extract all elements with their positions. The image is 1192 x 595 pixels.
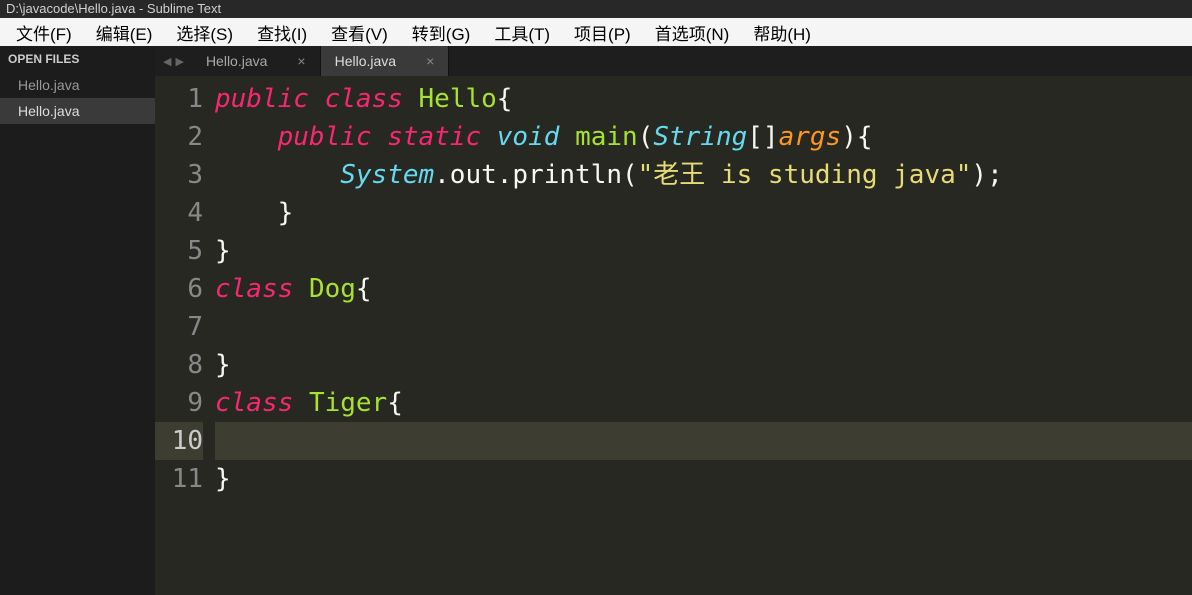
code-line[interactable]: public class Hello{: [215, 80, 1192, 118]
menu-item[interactable]: 转到(G): [400, 18, 483, 47]
menu-item[interactable]: 查看(V): [319, 18, 400, 47]
code-line[interactable]: class Tiger{: [215, 384, 1192, 422]
code-line[interactable]: }: [215, 460, 1192, 498]
tab-bar: ◀ ▶ Hello.java × Hello.java ×: [155, 46, 1192, 76]
code-line[interactable]: public static void main(String[]args){: [215, 118, 1192, 156]
close-icon[interactable]: ×: [426, 53, 434, 69]
line-number: 2: [155, 118, 203, 156]
code-line[interactable]: class Dog{: [215, 270, 1192, 308]
editor-tab[interactable]: Hello.java ×: [192, 46, 321, 76]
menu-item[interactable]: 查找(I): [245, 18, 319, 47]
tab-label: Hello.java: [335, 53, 396, 69]
code-line[interactable]: }: [215, 232, 1192, 270]
line-number: 10: [155, 422, 203, 460]
line-number: 6: [155, 270, 203, 308]
code-content[interactable]: public class Hello{ public static void m…: [215, 80, 1192, 498]
line-number: 1: [155, 80, 203, 118]
tab-nav-arrows: ◀ ▶: [155, 46, 192, 76]
arrow-left-icon[interactable]: ◀: [163, 55, 171, 68]
window-title: D:\javacode\Hello.java - Sublime Text: [0, 0, 1192, 18]
line-number: 11: [155, 460, 203, 498]
editor-tab[interactable]: Hello.java ×: [321, 46, 450, 76]
code-line[interactable]: System.out.println("老王 is studing java")…: [215, 156, 1192, 194]
menu-item[interactable]: 首选项(N): [643, 18, 742, 47]
code-line[interactable]: [215, 422, 1192, 460]
menu-item[interactable]: 编辑(E): [84, 18, 165, 47]
sidebar: OPEN FILES Hello.javaHello.java: [0, 46, 155, 595]
line-number: 8: [155, 346, 203, 384]
tab-label: Hello.java: [206, 53, 267, 69]
code-line[interactable]: }: [215, 194, 1192, 232]
line-number: 5: [155, 232, 203, 270]
sidebar-open-files-title: OPEN FILES: [0, 46, 155, 72]
line-number: 9: [155, 384, 203, 422]
editor-area: ◀ ▶ Hello.java × Hello.java × 1234567891011…: [155, 46, 1192, 595]
code-editor[interactable]: 1234567891011 public class Hello{ public…: [155, 76, 1192, 498]
close-icon[interactable]: ×: [297, 53, 305, 69]
main-area: OPEN FILES Hello.javaHello.java ◀ ▶ Hell…: [0, 46, 1192, 595]
code-line[interactable]: }: [215, 346, 1192, 384]
menu-item[interactable]: 工具(T): [482, 18, 562, 47]
menu-item[interactable]: 选择(S): [164, 18, 245, 47]
arrow-right-icon[interactable]: ▶: [175, 55, 183, 68]
menu-item[interactable]: 文件(F): [4, 18, 84, 47]
menu-item[interactable]: 帮助(H): [741, 18, 823, 47]
sidebar-open-file[interactable]: Hello.java: [0, 98, 155, 124]
line-number: 3: [155, 156, 203, 194]
sidebar-open-file[interactable]: Hello.java: [0, 72, 155, 98]
line-number: 4: [155, 194, 203, 232]
menu-bar: 文件(F)编辑(E)选择(S)查找(I)查看(V)转到(G)工具(T)项目(P)…: [0, 18, 1192, 46]
line-number: 7: [155, 308, 203, 346]
line-number-gutter: 1234567891011: [155, 80, 215, 498]
menu-item[interactable]: 项目(P): [562, 18, 643, 47]
code-line[interactable]: [215, 308, 1192, 346]
